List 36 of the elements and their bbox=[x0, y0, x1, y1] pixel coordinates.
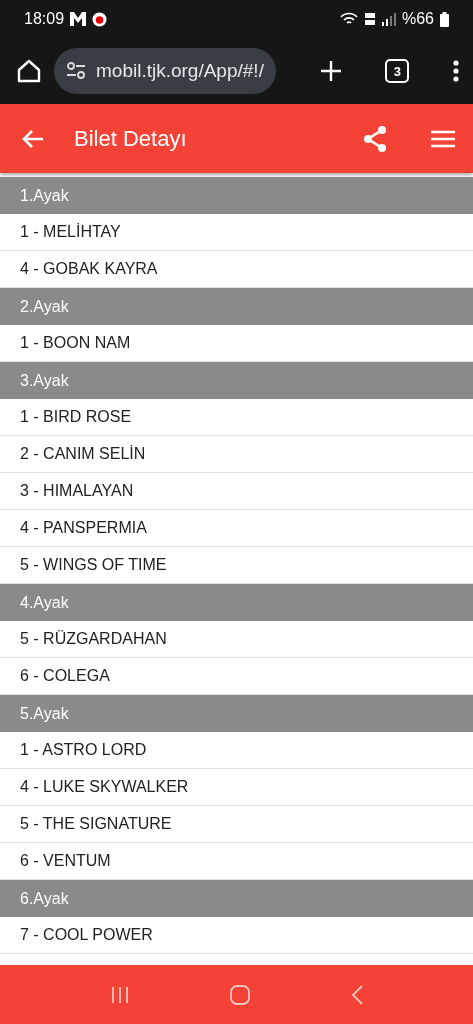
horse-row: 7 - COOL POWER bbox=[0, 917, 473, 954]
wifi-icon bbox=[339, 12, 358, 26]
leg-header: 1.Ayak bbox=[0, 177, 473, 214]
leg-header: 3.Ayak bbox=[0, 362, 473, 399]
leg-header: 2.Ayak bbox=[0, 288, 473, 325]
horse-row: 4 - LUKE SKYWALKER bbox=[0, 769, 473, 806]
recent-apps-icon[interactable] bbox=[110, 985, 129, 1004]
horse-row: 1 - MELİHTAY bbox=[0, 214, 473, 251]
address-bar[interactable]: mobil.tjk.org/App/#!/ bbox=[54, 48, 276, 94]
mail-app-icon bbox=[70, 12, 87, 26]
carrier-icon bbox=[92, 11, 108, 27]
leg-header: 6.Ayak bbox=[0, 880, 473, 917]
home-icon[interactable] bbox=[16, 58, 42, 84]
battery-icon bbox=[440, 11, 449, 27]
battery-percent: %66 bbox=[401, 10, 434, 28]
more-icon[interactable] bbox=[453, 60, 459, 82]
leg-header: 4.Ayak bbox=[0, 584, 473, 621]
tab-count[interactable]: 3 bbox=[385, 59, 410, 83]
clock: 18:09 bbox=[24, 10, 65, 28]
back-arrow-icon[interactable] bbox=[22, 128, 44, 149]
horse-row: 5 - THE SIGNATURE bbox=[0, 806, 473, 843]
share-icon[interactable] bbox=[363, 125, 387, 152]
back-icon[interactable] bbox=[350, 984, 363, 1005]
signal-icon bbox=[381, 12, 396, 26]
horse-row: 2 - CANIM SELİN bbox=[0, 436, 473, 473]
horse-row: 3 - HIMALAYAN bbox=[0, 473, 473, 510]
horse-row: 1 - ASTRO LORD bbox=[0, 732, 473, 769]
home-button-icon[interactable] bbox=[229, 984, 250, 1005]
page-title: Bilet Detayı bbox=[74, 125, 188, 152]
leg-header: 5.Ayak bbox=[0, 695, 473, 732]
site-settings-icon[interactable] bbox=[66, 62, 86, 80]
new-tab-icon[interactable] bbox=[319, 60, 342, 82]
horse-row: 1 - BIRD ROSE bbox=[0, 399, 473, 436]
menu-icon[interactable] bbox=[431, 129, 455, 148]
horse-row: 5 - RÜZGARDAHAN bbox=[0, 621, 473, 658]
horse-row: 4 - PANSPERMIA bbox=[0, 510, 473, 547]
